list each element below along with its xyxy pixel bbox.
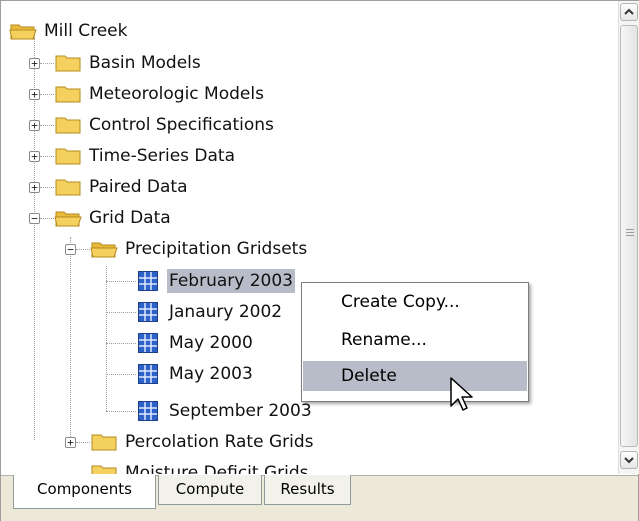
grid-icon	[138, 302, 158, 322]
tree-label: September 2003	[169, 401, 312, 421]
tree-connector	[40, 125, 54, 126]
tree-connector	[106, 343, 136, 344]
tree-item-basin-models[interactable]: Basin Models	[54, 50, 203, 76]
expand-toggle[interactable]: +	[29, 182, 40, 193]
tree-item-gridset[interactable]: May 2000	[138, 330, 255, 356]
tab-results[interactable]: Results	[264, 475, 351, 505]
context-menu: Create Copy... Rename... Delete	[301, 282, 529, 402]
tree-connector	[40, 156, 54, 157]
vertical-scrollbar[interactable]	[618, 1, 639, 474]
tree-connector	[106, 281, 136, 282]
chevron-up-icon	[624, 8, 634, 15]
tree-connector	[40, 94, 54, 95]
tree-connector	[70, 237, 71, 443]
tree-item-meteorologic-models[interactable]: Meteorologic Models	[54, 81, 266, 107]
tree-item-gridset[interactable]: February 2003	[138, 268, 295, 294]
scroll-up-button[interactable]	[620, 3, 638, 21]
folder-icon	[55, 148, 81, 165]
tree-item-moisture-deficit-grids[interactable]: Moisture Deficit Grids	[90, 460, 311, 474]
tree-connector	[40, 63, 54, 64]
menu-item-create-copy[interactable]: Create Copy...	[303, 287, 527, 317]
tree-connector	[106, 266, 107, 411]
tree-label: Mill Creek	[44, 21, 128, 41]
tree-label: May 2000	[169, 333, 253, 353]
folder-icon	[55, 179, 81, 196]
tree-label-selected: February 2003	[167, 269, 295, 293]
folder-icon	[55, 117, 81, 134]
tree-connector	[106, 374, 136, 375]
grip-line	[626, 232, 634, 233]
tree-label: Control Specifications	[89, 115, 274, 135]
grid-icon	[138, 364, 158, 384]
scroll-down-button[interactable]	[620, 451, 638, 469]
tree-label: Percolation Rate Grids	[125, 432, 314, 452]
chevron-down-icon	[624, 457, 634, 464]
tree-item-paired-data[interactable]: Paired Data	[54, 174, 190, 200]
open-folder-icon	[54, 211, 82, 227]
tree-item-control-specifications[interactable]: Control Specifications	[54, 112, 276, 138]
tab-compute[interactable]: Compute	[158, 475, 262, 505]
tree-label: Paired Data	[89, 177, 188, 197]
tree-label: Grid Data	[89, 208, 171, 228]
folder-icon	[91, 434, 117, 451]
tree-connector	[106, 312, 136, 313]
collapse-toggle[interactable]: −	[65, 244, 76, 255]
tree-item-time-series-data[interactable]: Time-Series Data	[54, 143, 237, 169]
tree-connector	[106, 411, 136, 412]
tree-label: Basin Models	[89, 53, 201, 73]
tree-item-grid-data[interactable]: Grid Data	[54, 205, 173, 231]
tree-label: May 2003	[169, 364, 253, 384]
open-folder-icon	[9, 24, 37, 40]
tab-components[interactable]: Components	[13, 475, 156, 509]
watershed-explorer-panel: + + + + + − − + Mill Creek Basin Models …	[0, 0, 639, 521]
tree-label: Precipitation Gridsets	[125, 239, 308, 259]
tree-root-mill-creek[interactable]: Mill Creek	[9, 18, 130, 44]
tree-label: Janaury 2002	[169, 302, 283, 322]
folder-icon	[91, 465, 117, 474]
folder-icon	[55, 55, 81, 72]
grid-icon	[138, 333, 158, 353]
tree-item-percolation-rate-grids[interactable]: Percolation Rate Grids	[90, 429, 316, 455]
grid-icon	[138, 401, 158, 421]
tree-connector	[76, 442, 90, 443]
tree-connector	[40, 187, 54, 188]
folder-icon	[55, 86, 81, 103]
tree-label: Time-Series Data	[89, 146, 236, 166]
expand-toggle[interactable]: +	[29, 120, 40, 131]
tab-bar: Components Compute Results	[1, 475, 638, 521]
tree-item-gridset[interactable]: Janaury 2002	[138, 299, 284, 325]
component-tree: + + + + + − − + Mill Creek Basin Models …	[1, 1, 618, 474]
tree-item-precipitation-gridsets[interactable]: Precipitation Gridsets	[90, 236, 309, 262]
open-folder-icon	[90, 242, 118, 258]
grip-line	[626, 235, 634, 236]
tree-item-gridset[interactable]: September 2003	[138, 398, 314, 424]
expand-toggle[interactable]: +	[29, 89, 40, 100]
expand-toggle[interactable]: +	[65, 437, 76, 448]
tree-label: Moisture Deficit Grids	[125, 463, 309, 474]
grip-line	[626, 229, 634, 230]
collapse-toggle[interactable]: −	[29, 213, 40, 224]
scroll-thumb[interactable]	[620, 25, 638, 447]
tree-connector	[76, 249, 90, 250]
expand-toggle[interactable]: +	[29, 151, 40, 162]
menu-item-rename[interactable]: Rename...	[303, 325, 527, 355]
tree-connector	[40, 218, 54, 219]
mouse-cursor-icon	[450, 377, 473, 411]
grid-icon	[138, 271, 158, 291]
menu-item-delete[interactable]: Delete	[303, 361, 527, 391]
tree-item-gridset[interactable]: May 2003	[138, 361, 255, 387]
expand-toggle[interactable]: +	[29, 58, 40, 69]
tree-label: Meteorologic Models	[89, 84, 264, 104]
